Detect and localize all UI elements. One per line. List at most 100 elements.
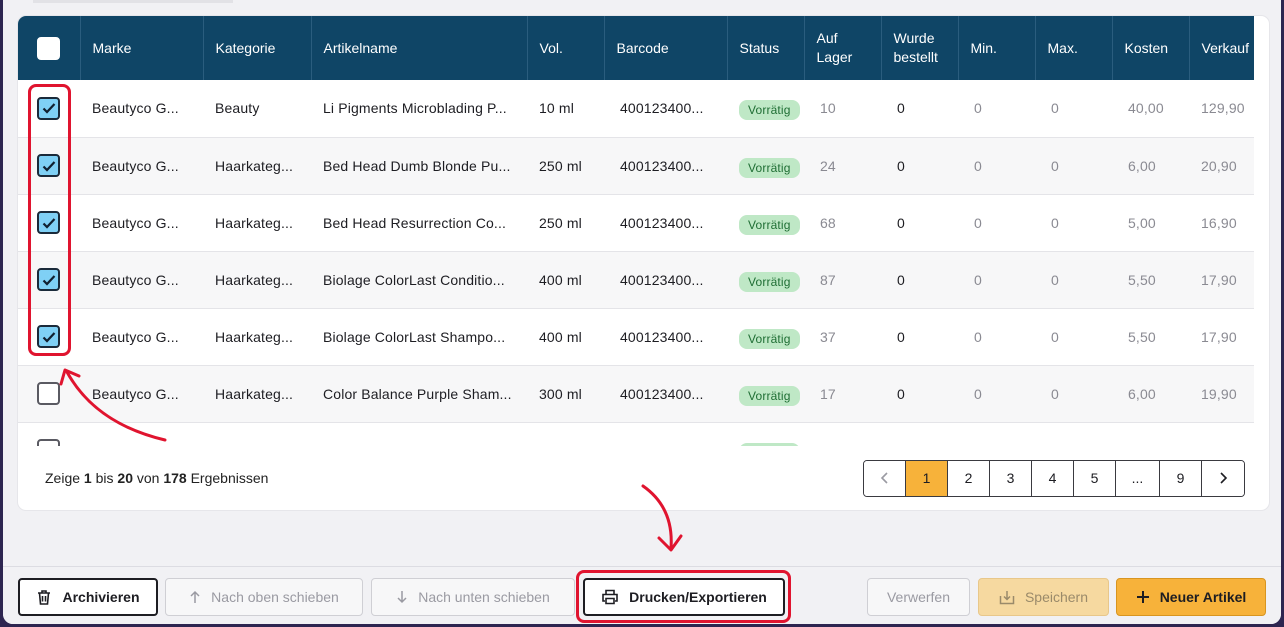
cell-verkauf: 18,50	[1189, 422, 1254, 446]
col-header-vol[interactable]: Vol.	[527, 16, 605, 80]
table-row[interactable]: Beautyco G... Haarkateg... Bed Head Resurr…	[18, 194, 1254, 252]
col-header-min[interactable]: Min.	[958, 16, 1036, 80]
cell-kosten: 5,50	[1112, 308, 1189, 366]
row-checkbox[interactable]	[37, 325, 60, 348]
cell-auf-lager: 68	[804, 194, 881, 252]
row-checkbox[interactable]	[37, 211, 60, 234]
col-header-max[interactable]: Max.	[1035, 16, 1113, 80]
articles-card: Marke Kategorie Artikelname Vol. Barcode…	[18, 16, 1269, 510]
cell-wurde-bestellt: 0	[881, 422, 958, 446]
cell-vol: 400 ml	[527, 251, 604, 309]
cell-marke: Beautyco G...	[80, 422, 203, 446]
row-select-cell	[18, 137, 80, 195]
top-strip	[33, 0, 233, 3]
cell-marke: Beautyco G...	[80, 80, 203, 138]
printer-icon	[602, 589, 618, 605]
cell-max: 0	[1035, 137, 1112, 195]
row-checkbox[interactable]	[37, 382, 60, 405]
cell-wurde-bestellt: 0	[881, 194, 958, 252]
col-header-artikelname[interactable]: Artikelname	[311, 16, 528, 80]
cell-barcode: 400123400...	[604, 194, 727, 252]
row-checkbox[interactable]	[37, 96, 60, 120]
page-button-2[interactable]: 2	[948, 460, 990, 496]
table-row[interactable]: Beautyco G... Haarkateg... Bed Head Dumb B…	[18, 137, 1254, 195]
table-footer: Zeige 1 bis 20 von 178 Ergebnissen 1 2 3…	[18, 446, 1269, 510]
table-header-row: Marke Kategorie Artikelname Vol. Barcode…	[18, 16, 1254, 80]
print-export-button[interactable]: Drucken/Exportieren	[583, 578, 785, 616]
cell-kategorie: Beauty	[203, 80, 311, 138]
checkmark-icon	[42, 103, 55, 114]
cell-status: Vorrätig	[727, 422, 804, 446]
move-up-button[interactable]: Nach oben schieben	[165, 578, 363, 616]
col-header-barcode[interactable]: Barcode	[604, 16, 728, 80]
select-all-checkbox[interactable]	[37, 36, 60, 60]
next-page-button[interactable]	[1202, 460, 1244, 496]
status-badge: Vorrätig	[739, 157, 800, 178]
table-row[interactable]: Beautyco G... Haarkateg... Biolage ColorLa…	[18, 251, 1254, 309]
row-select-cell	[18, 194, 80, 252]
row-select-cell	[18, 308, 80, 366]
col-header-kategorie[interactable]: Kategorie	[203, 16, 312, 80]
table-row[interactable]: Beautyco G... Haarkateg... Color Balance P…	[18, 365, 1254, 423]
col-header-wurde-bestellt[interactable]: Wurde bestellt	[881, 16, 959, 80]
page-button-3[interactable]: 3	[990, 460, 1032, 496]
page-button-9[interactable]: 9	[1160, 460, 1202, 496]
move-down-button-label: Nach unten schieben	[418, 589, 550, 605]
cell-artikelname: Li Pigments Microblading P...	[311, 80, 527, 138]
new-item-button[interactable]: Neuer Artikel	[1116, 578, 1266, 616]
cell-max: 0	[1035, 251, 1112, 309]
chevron-left-icon	[880, 472, 888, 484]
cell-max: 0	[1035, 80, 1112, 138]
chevron-right-icon	[1220, 472, 1228, 484]
col-header-marke[interactable]: Marke	[80, 16, 204, 80]
col-header-verkauf[interactable]: Verkauf	[1189, 16, 1254, 80]
cell-barcode: 400123400...	[604, 251, 727, 309]
page-button-1[interactable]: 1	[906, 460, 948, 496]
col-header-auf-lager[interactable]: Auf Lager	[804, 16, 882, 80]
articles-table: Marke Kategorie Artikelname Vol. Barcode…	[18, 16, 1254, 446]
checkmark-icon	[42, 331, 55, 343]
page-button-4[interactable]: 4	[1032, 460, 1074, 496]
table-scroll-area[interactable]: Marke Kategorie Artikelname Vol. Barcode…	[18, 16, 1269, 446]
col-header-status[interactable]: Status	[727, 16, 805, 80]
checkmark-icon	[42, 217, 55, 229]
cell-max: 0	[1035, 422, 1112, 446]
new-item-button-label: Neuer Artikel	[1159, 589, 1247, 605]
cell-min: 0	[958, 80, 1035, 138]
table-row[interactable]: Beautyco G...Haarkateg...Davines Color B…	[18, 422, 1254, 446]
cell-status: Vorrätig	[727, 80, 804, 138]
cell-kosten: 5,50	[1112, 251, 1189, 309]
app-frame: Marke Kategorie Artikelname Vol. Barcode…	[3, 0, 1281, 624]
cell-vol: 400 ml	[527, 308, 604, 366]
status-badge: Vorrätig	[739, 271, 800, 292]
checkmark-icon	[42, 274, 55, 286]
table-row[interactable]: Beautyco G... Haarkateg... Biolage ColorLa…	[18, 308, 1254, 366]
cell-kosten: 6,00	[1112, 137, 1189, 195]
cell-wurde-bestellt: 0	[881, 365, 958, 423]
row-checkbox[interactable]	[37, 439, 60, 446]
row-checkbox[interactable]	[37, 154, 60, 177]
prev-page-button[interactable]	[864, 460, 906, 496]
cell-auf-lager: 10	[804, 80, 881, 138]
cell-artikelname: Davines Color Brilliance...	[311, 422, 527, 446]
cell-status: Vorrätig	[727, 137, 804, 195]
row-checkbox[interactable]	[37, 268, 60, 291]
cell-marke: Beautyco G...	[80, 308, 203, 366]
col-header-kosten[interactable]: Kosten	[1112, 16, 1190, 80]
status-badge: Vorrätig	[739, 100, 800, 121]
save-button[interactable]: Speichern	[978, 578, 1109, 616]
cell-marke: Beautyco G...	[80, 194, 203, 252]
cell-vol: 250 ml	[527, 137, 604, 195]
cell-kategorie: Haarkateg...	[203, 194, 311, 252]
cell-verkauf: 17,90	[1189, 308, 1254, 366]
move-down-button[interactable]: Nach unten schieben	[371, 578, 575, 616]
table-row[interactable]: Beautyco G... Beauty Li Pigments Microblad…	[18, 80, 1254, 138]
discard-button[interactable]: Verwerfen	[867, 578, 970, 616]
page-button-5[interactable]: 5	[1074, 460, 1116, 496]
cell-kategorie: Haarkateg...	[203, 137, 311, 195]
row-select-cell	[18, 422, 80, 446]
select-all-cell	[18, 16, 81, 80]
status-badge: Vorrätig	[739, 328, 800, 349]
archive-button[interactable]: Archivieren	[18, 578, 158, 616]
cell-barcode: 400123400...	[604, 365, 727, 423]
